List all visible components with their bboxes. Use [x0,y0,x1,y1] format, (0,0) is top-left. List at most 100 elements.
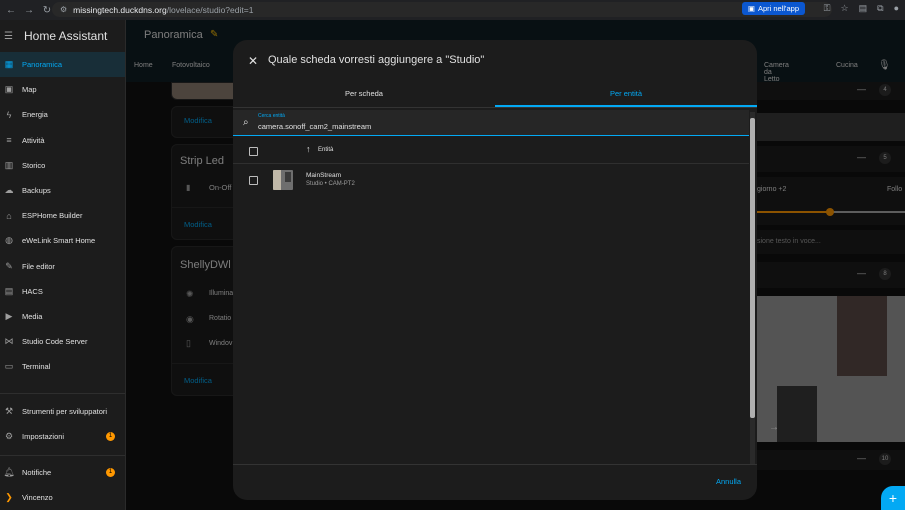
sidebar-item-user[interactable]: ❯ Vincenzo [0,485,125,510]
globe-icon: ◍ [5,235,13,246]
sidebar-item-attivita[interactable]: ≡ Attività [0,128,125,153]
sidebar-item-hacs[interactable]: ▤ HACS [0,279,125,304]
sidebar-item-label: Map [22,85,37,95]
row-entity-area: Studio • CAM-PT2 [306,181,355,187]
esphome-icon: ⌂ [6,210,12,221]
sidebar-item-label: Terminal [22,362,51,372]
tab-divider [233,107,757,108]
wrench-icon: ✎ [5,260,13,271]
sidebar-item-storico[interactable]: ▥ Storico [0,153,125,178]
add-fab-button[interactable]: + [881,486,905,510]
sidebar-item-map[interactable]: ▣ Map [0,77,125,102]
avatar-icon: ❯ [5,492,13,503]
sidebar-item-notifiche[interactable]: 🔔︎ Notifiche 1 [0,460,125,485]
thumbnail-region [273,170,281,190]
lightning-icon: ϟ [6,109,12,120]
close-icon[interactable]: ✕ [248,54,258,68]
sidebar-item-backups[interactable]: ☁ Backups [0,178,125,203]
dialog-title: Quale scheda vorresti aggiungere a "Stud… [268,54,485,66]
terminal-icon: ▭ [4,361,14,372]
media-icon: ▶ [5,310,13,321]
cancel-button[interactable]: Annulla [716,477,741,486]
sidebar-item-dev-tools[interactable]: ⚒ Strumenti per sviluppatori [0,398,125,423]
hacs-icon: ▤ [4,285,14,296]
search-value: camera.sonoff_cam2_mainstream [258,122,372,131]
sort-arrow-up-icon[interactable]: ↑ [306,144,311,154]
search-icon: ⌕ [243,117,249,128]
profile-icon[interactable]: ● [894,3,899,14]
chart-icon: ▥ [4,159,14,170]
sidebar-item-label: eWeLink Smart Home [22,236,96,246]
forward-icon[interactable]: → [22,3,36,17]
sidebar-item-energia[interactable]: ϟ Energia [0,102,125,127]
table-header: ↑ Entità [233,138,749,164]
site-info-icon[interactable]: ⚙ [60,5,67,14]
sidebar-item-label: Backups [22,186,51,196]
row-entity-name: MainStream [306,172,342,179]
open-in-app-label: Apri nell'app [757,4,799,13]
address-bar[interactable]: ⚙ missingtech.duckdns.org /lovelace/stud… [52,2,832,17]
tab-per-entita[interactable]: Per entità [495,89,757,98]
url-host: missingtech.duckdns.org [73,4,167,15]
gear-icon: ⚙ [4,430,14,441]
back-icon[interactable]: ← [4,3,18,17]
search-input[interactable]: ⌕ Cerca entità camera.sonoff_cam2_mainst… [233,110,749,136]
scrollbar-thumb[interactable] [750,118,755,418]
sidebar-item-label: Notifiche [22,467,52,477]
list-icon: ≡ [6,135,12,146]
sidebar-item-esphome[interactable]: ⌂ ESPHome Builder [0,203,125,228]
thumbnail-region [285,172,291,182]
map-icon: ▣ [4,84,14,95]
sidebar: ☰ Home Assistant ▦ Panoramica ▣ Map ϟ Energ… [0,20,126,510]
puzzle-icon[interactable]: ⧉ [877,3,883,14]
hammer-icon: ⚒ [4,405,14,416]
tab-per-scheda[interactable]: Per scheda [233,89,495,98]
sidebar-item-file-editor[interactable]: ✎ File editor [0,254,125,279]
url-path: /lovelace/studio?edit=1 [166,4,254,15]
sidebar-title: Home Assistant [24,29,108,43]
sidebar-item-label: File editor [22,261,55,271]
bell-icon: 🔔︎ [3,466,15,477]
settings-badge: 1 [106,431,115,441]
sidebar-item-studio-code[interactable]: ⋈ Studio Code Server [0,329,125,354]
extension-icon[interactable]: ▤ [859,3,868,14]
footer-divider [233,464,757,465]
grid-icon: ▦ [4,59,14,70]
sidebar-divider [0,393,125,395]
sidebar-item-label: ESPHome Builder [22,211,83,221]
sidebar-item-terminal[interactable]: ▭ Terminal [0,354,125,379]
camera-thumbnail [273,170,293,190]
sidebar-item-label: Studio Code Server [22,337,88,347]
sidebar-item-label: Panoramica [22,60,63,70]
sidebar-item-label: Media [22,311,43,321]
search-label: Cerca entità [258,113,285,119]
sidebar-item-label: Vincenzo [22,493,53,503]
active-tab-indicator [495,105,757,107]
sidebar-item-impostazioni[interactable]: ⚙ Impostazioni 1 [0,424,125,449]
sidebar-header: ☰ Home Assistant [0,20,125,52]
menu-icon[interactable]: ☰ [4,31,18,42]
sidebar-item-media[interactable]: ▶ Media [0,304,125,329]
sidebar-item-label: Attività [22,135,45,145]
sidebar-item-label: HACS [22,286,43,296]
app-icon: ▣ [747,4,755,13]
sidebar-item-label: Storico [22,160,46,170]
cloud-icon: ☁ [4,185,14,196]
sidebar-item-ewelink[interactable]: ◍ eWeLink Smart Home [0,228,125,253]
star-icon[interactable]: ☆ [841,3,849,14]
sidebar-item-label: Impostazioni [22,431,65,441]
sidebar-item-label: Strumenti per sviluppatori [22,406,108,416]
sidebar-item-panoramica[interactable]: ▦ Panoramica [0,52,125,78]
sidebar-item-label: Energia [22,110,48,120]
open-in-app-button[interactable]: ▣ Apri nell'app [741,2,805,15]
table-row[interactable]: MainStream Studio • CAM-PT2 [233,164,749,196]
add-card-dialog: ✕ Quale scheda vorresti aggiungere a "St… [233,40,757,500]
select-all-checkbox[interactable] [249,147,258,156]
sidebar-divider [0,454,125,456]
column-header-entity[interactable]: Entità [318,147,333,153]
notifications-badge: 1 [106,467,115,477]
row-checkbox[interactable] [249,176,258,185]
code-icon: ⋈ [4,336,14,347]
key-icon[interactable]: ⚿ [824,3,831,14]
browser-toolbar: ← → ↻ ⚙ missingtech.duckdns.org /lovelac… [0,0,905,20]
